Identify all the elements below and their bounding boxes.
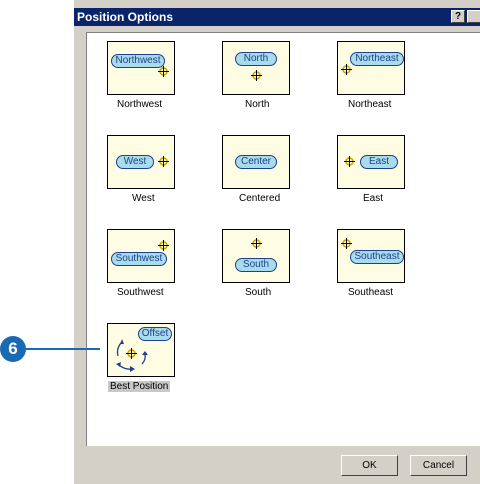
title-bar: Position Options ? [74, 8, 480, 26]
anchor-crosshair-icon [158, 156, 169, 167]
southwest-pill: Southwest [111, 252, 167, 266]
east-preview: East [337, 135, 405, 189]
ok-button[interactable]: OK [341, 455, 398, 476]
anchor-crosshair-icon [251, 70, 262, 81]
south-preview: South [222, 229, 290, 283]
dialog-title: Position Options [77, 10, 173, 24]
help-button[interactable]: ? [451, 10, 465, 23]
position-options-panel: Northwest Northwest North North Northeas… [86, 32, 480, 446]
west-label: West [132, 193, 155, 204]
northeast-pill: Northeast [350, 52, 404, 66]
anchor-crosshair-icon [158, 240, 169, 251]
anchor-crosshair-icon [344, 156, 355, 167]
anchor-crosshair-icon [158, 66, 169, 77]
west-pill: West [116, 155, 154, 169]
east-pill: East [360, 155, 398, 169]
northeast-label: Northeast [348, 99, 392, 110]
anchor-crosshair-icon [251, 238, 262, 249]
position-options-dialog: Position Options ? Northwest Northwest N… [73, 0, 480, 484]
northwest-pill: Northwest [111, 54, 165, 68]
north-preview: North [222, 41, 290, 95]
centered-label: Centered [239, 193, 281, 204]
best-position-preview: Offset [107, 323, 175, 377]
northwest-label: Northwest [117, 99, 163, 110]
south-pill: South [235, 258, 277, 272]
cancel-button[interactable]: Cancel [410, 455, 467, 476]
center-pill: Center [235, 155, 277, 169]
close-button[interactable] [467, 10, 480, 23]
southeast-pill: Southeast [350, 250, 404, 264]
anchor-crosshair-icon [126, 348, 137, 359]
east-label: East [363, 193, 384, 204]
north-label: North [245, 99, 270, 110]
southeast-label: Southeast [348, 287, 394, 298]
southwest-preview: Southwest [107, 229, 175, 283]
west-preview: West [107, 135, 175, 189]
anchor-crosshair-icon [341, 64, 352, 75]
best-position-label: Best Position [108, 381, 171, 392]
anchor-crosshair-icon [341, 238, 352, 249]
centered-preview: Center [222, 135, 290, 189]
southeast-preview: Southeast [337, 229, 405, 283]
northwest-preview: Northwest [107, 41, 175, 95]
north-pill: North [235, 52, 277, 66]
northeast-preview: Northeast [337, 41, 405, 95]
callout-leader-line [26, 348, 100, 350]
southwest-label: Southwest [117, 287, 164, 298]
south-label: South [245, 287, 272, 298]
step-callout-badge: 6 [0, 336, 26, 362]
